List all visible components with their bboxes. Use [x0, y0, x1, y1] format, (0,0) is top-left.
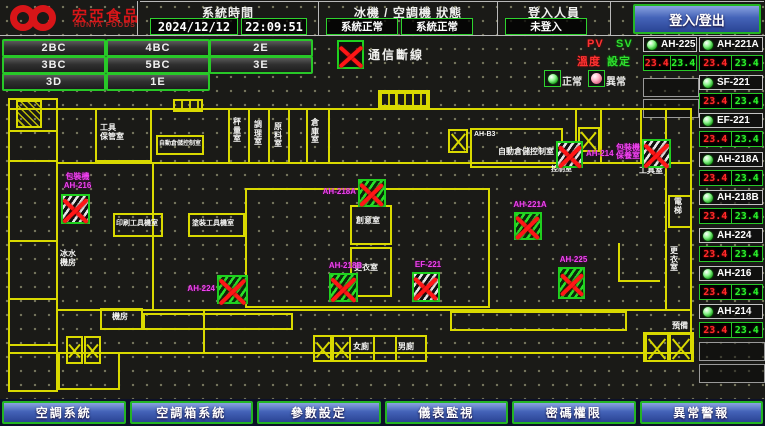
stairwell-x-icon	[332, 335, 351, 362]
nav-button-空調箱系統[interactable]: 空調箱系統	[130, 401, 254, 424]
wall	[328, 108, 330, 162]
wall	[618, 243, 620, 280]
wall	[248, 108, 250, 162]
wall	[373, 335, 375, 362]
fan-unit-icon-包裝機-AH-216[interactable]	[61, 194, 90, 224]
wall	[8, 130, 58, 132]
wall	[8, 344, 58, 346]
stair-hatch-icon	[173, 99, 203, 112]
room-label: 冰水 機房	[60, 250, 76, 267]
stairwell-x-icon	[313, 335, 332, 362]
wall	[8, 160, 58, 162]
equipment-label: AH-218B	[321, 262, 370, 271]
room-label: 電 梯	[674, 198, 682, 215]
nav-button-參數設定[interactable]: 參數設定	[257, 401, 381, 424]
wall	[268, 108, 270, 162]
stairwell-x-icon	[66, 336, 83, 364]
room-label: 自動倉儲控制室	[159, 141, 201, 147]
nav-bar: 空調系統空調箱系統參數設定儀表監視密碼權限異常警報	[0, 399, 765, 426]
nav-button-異常警報[interactable]: 異常警報	[640, 401, 764, 424]
wall	[665, 162, 667, 309]
room-label: 自動倉儲控制室	[498, 148, 554, 157]
wall	[306, 108, 308, 162]
fan-unit-icon-EF-221[interactable]	[412, 272, 440, 302]
room-label: 工具 保管室	[100, 124, 124, 141]
room-label: 女廁	[353, 343, 369, 352]
fan-unit-icon-包裝機-保養室[interactable]	[642, 139, 671, 168]
stair-hatch-icon	[380, 92, 428, 107]
wall	[8, 240, 58, 242]
hmi-screen: { "header": { "logo_title": "宏亞食品", "log…	[0, 0, 765, 426]
nav-button-儀表監視[interactable]: 儀表監視	[385, 401, 509, 424]
wall	[58, 309, 692, 311]
room-label: 工具室	[639, 167, 663, 176]
room-label: 預備	[672, 322, 688, 331]
fan-unit-icon-AH-218A[interactable]	[358, 179, 386, 207]
equipment-label: AH-225	[550, 256, 597, 265]
fan-unit-icon-AH-221A[interactable]	[514, 212, 542, 240]
room-label: 調 理 室	[254, 121, 262, 147]
equipment-label: AH-221A	[506, 201, 554, 210]
room-label: 原 料 室	[274, 123, 282, 149]
room-label: 男廁	[398, 343, 414, 352]
floor-plan: 工具 保管室自動倉儲控制室 秤 量 室 調 理 室 原 料 室 倉 庫 室 AH-B3 自動…	[0, 0, 765, 426]
fan-unit-icon-AH-214[interactable]	[556, 141, 583, 168]
equipment-label: 包裝機 AH-216	[53, 173, 102, 191]
room-label: 印刷工具機室	[116, 220, 158, 228]
room-label: 秤 量 室	[233, 118, 241, 144]
room-label: 創意室	[356, 217, 380, 226]
room-label: 更 衣 室	[670, 247, 678, 273]
fan-unit-icon-AH-225[interactable]	[558, 267, 585, 299]
equipment-label: EF-221	[404, 261, 452, 270]
wall	[203, 309, 205, 352]
room-label: AH-B3	[474, 131, 495, 139]
stairwell-x-icon	[84, 336, 101, 364]
wall	[228, 108, 230, 162]
fan-unit-icon-AH-218B[interactable]	[329, 273, 358, 302]
fan-unit-icon-AH-224[interactable]	[217, 275, 248, 304]
equipment-label: AH-224	[171, 285, 215, 294]
wall	[618, 280, 660, 282]
wall	[8, 298, 58, 300]
room-label: 倉 庫 室	[311, 119, 319, 145]
wall	[450, 311, 627, 331]
wall	[143, 313, 293, 330]
equipment-label: 包裝機 保養室	[596, 144, 640, 162]
nav-button-空調系統[interactable]: 空調系統	[2, 401, 126, 424]
stairwell-x-icon	[645, 333, 669, 362]
wall	[152, 162, 154, 309]
stairwell-x-icon	[669, 333, 693, 362]
stair-hatch-icon	[16, 100, 42, 128]
nav-button-密碼權限[interactable]: 密碼權限	[512, 401, 636, 424]
equipment-label: AH-218A	[312, 188, 356, 197]
room-label: 塗裝工具機室	[192, 220, 234, 228]
wall	[288, 108, 290, 162]
wall	[395, 335, 397, 362]
stairwell-x-icon	[448, 129, 468, 153]
wall	[8, 98, 58, 392]
room-label: 機房	[112, 313, 128, 322]
